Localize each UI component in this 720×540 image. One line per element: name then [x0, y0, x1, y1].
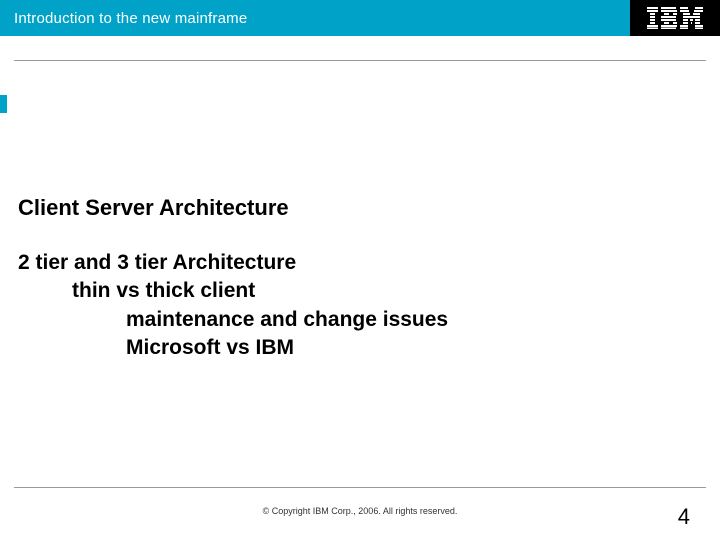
- copyright-text: © Copyright IBM Corp., 2006. All rights …: [263, 506, 458, 516]
- top-bar: Introduction to the new mainframe: [0, 0, 720, 36]
- content-line-3: maintenance and change issues: [18, 306, 702, 334]
- divider-bottom: [14, 487, 706, 488]
- content-heading: Client Server Architecture: [18, 195, 702, 221]
- content-line-2: thin vs thick client: [18, 277, 702, 305]
- divider-top: [14, 60, 706, 61]
- ibm-logo-icon: [647, 7, 703, 29]
- content-area: Client Server Architecture 2 tier and 3 …: [18, 195, 702, 362]
- top-bar-title: Introduction to the new mainframe: [14, 10, 247, 27]
- page-number: 4: [678, 504, 690, 530]
- content-line-4: Microsoft vs IBM: [18, 334, 702, 362]
- content-line-1: 2 tier and 3 tier Architecture: [18, 249, 702, 277]
- top-bar-title-wrap: Introduction to the new mainframe: [0, 0, 630, 36]
- slide: Introduction to the new mainframe: [0, 0, 720, 540]
- top-bar-logo-box: [630, 0, 720, 36]
- footer: © Copyright IBM Corp., 2006. All rights …: [0, 500, 720, 530]
- accent-bar: [0, 95, 7, 113]
